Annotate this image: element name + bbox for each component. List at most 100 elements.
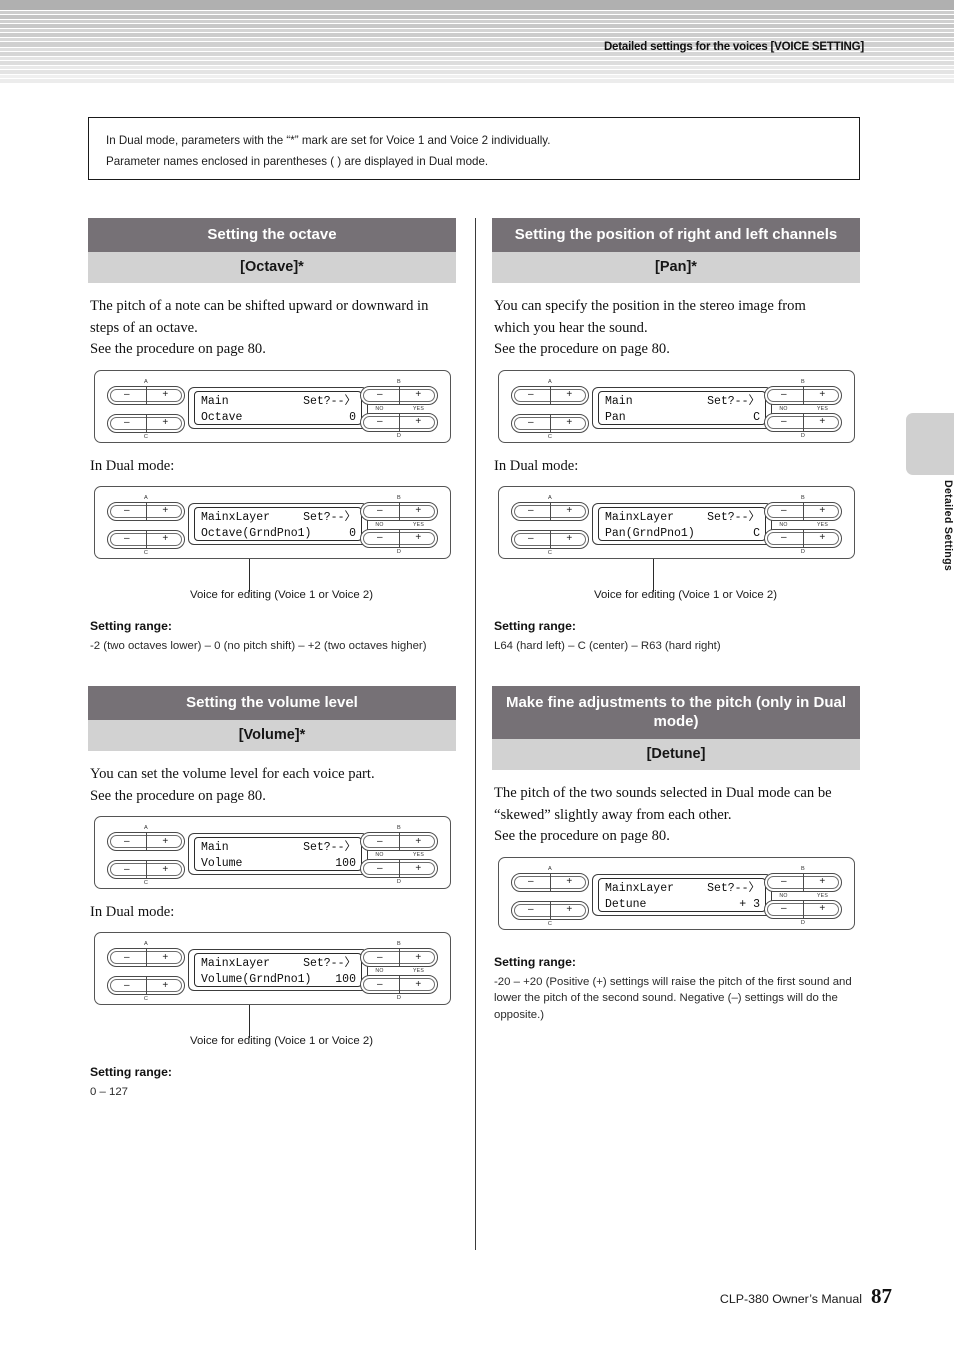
button-pair-a[interactable]: – + <box>511 501 589 521</box>
page-footer: CLP-380 Owner’s Manual 87 <box>720 1284 892 1309</box>
button-pair-b[interactable]: – + <box>360 948 438 967</box>
button-d-plus[interactable]: + <box>400 860 438 877</box>
button-d-minus[interactable]: – <box>765 413 804 431</box>
button-b-plus[interactable]: + <box>400 833 438 850</box>
button-d-plus[interactable]: + <box>400 530 438 547</box>
button-b-plus[interactable]: + <box>804 874 842 891</box>
button-b-plus[interactable]: + <box>400 503 438 520</box>
button-pair-c[interactable]: – + <box>511 413 589 433</box>
button-d-plus[interactable]: + <box>804 530 842 547</box>
button-b-minus[interactable]: – <box>361 386 400 404</box>
button-c-minus[interactable]: – <box>108 861 147 878</box>
button-d-minus[interactable]: – <box>361 976 400 993</box>
button-pair-d[interactable]: – + <box>764 899 842 919</box>
button-c-plus[interactable]: + <box>147 531 185 548</box>
button-pair-d[interactable]: – + <box>764 528 842 548</box>
button-pair-d[interactable]: – + <box>360 975 438 994</box>
button-a-plus[interactable]: + <box>147 833 185 850</box>
button-pair-b[interactable]: – + <box>764 385 842 405</box>
lcd-screen: Main Set?--〉 Octave 0 <box>188 386 368 429</box>
button-c-minus[interactable]: – <box>108 414 147 432</box>
button-b-minus[interactable]: – <box>765 386 804 404</box>
button-a-minus[interactable]: – <box>108 502 147 520</box>
button-b-plus[interactable]: + <box>400 387 438 404</box>
button-pair-c[interactable]: – + <box>107 976 185 995</box>
footer-page-number: 87 <box>871 1284 892 1308</box>
button-pair-b[interactable]: – + <box>764 872 842 892</box>
button-c-plus[interactable]: + <box>551 531 589 548</box>
lcd-line-2-left: Pan(GrndPno1) <box>605 526 695 540</box>
button-b-plus[interactable]: + <box>804 387 842 404</box>
button-d-plus[interactable]: + <box>804 414 842 431</box>
button-b-plus[interactable]: + <box>804 503 842 520</box>
button-gap <box>107 521 185 530</box>
button-a-minus[interactable]: – <box>108 386 147 404</box>
button-pair-c[interactable]: – + <box>511 900 589 920</box>
button-c-minus[interactable]: – <box>108 530 147 548</box>
button-c-minus[interactable]: – <box>512 530 551 548</box>
button-d-plus[interactable]: + <box>400 414 438 431</box>
button-pair-b[interactable]: – + <box>360 832 438 851</box>
button-pair-d[interactable]: – + <box>764 412 842 432</box>
button-b-minus[interactable]: – <box>361 833 400 850</box>
button-c-minus[interactable]: – <box>512 414 551 432</box>
button-pair-a[interactable]: – + <box>511 872 589 892</box>
button-d-minus[interactable]: – <box>361 860 400 877</box>
button-a-plus[interactable]: + <box>551 387 589 404</box>
button-d-minus[interactable]: – <box>361 529 400 547</box>
lcd-line-1-left: MainxLayer <box>605 881 675 895</box>
button-pair-b[interactable]: – + <box>764 501 842 521</box>
button-c-plus[interactable]: + <box>147 861 185 878</box>
button-c-plus[interactable]: + <box>147 977 185 994</box>
button-b-minus[interactable]: – <box>765 873 804 891</box>
button-d-minus[interactable]: – <box>765 900 804 918</box>
button-d-minus[interactable]: – <box>765 529 804 547</box>
button-pair-a[interactable]: – + <box>511 385 589 405</box>
button-d-plus[interactable]: + <box>400 976 438 993</box>
button-pair-c[interactable]: – + <box>107 860 185 879</box>
button-a-plus[interactable]: + <box>147 949 185 966</box>
button-yes-label: YES <box>817 405 828 412</box>
button-c-minus[interactable]: – <box>512 901 551 919</box>
button-pair-d[interactable]: – + <box>360 528 438 548</box>
button-pair-b[interactable]: – + <box>360 501 438 521</box>
button-a-minus[interactable]: – <box>512 873 551 891</box>
button-pair-c[interactable]: – + <box>511 529 589 549</box>
button-a-minus[interactable]: – <box>512 502 551 520</box>
button-a-minus[interactable]: – <box>108 833 147 850</box>
lcd-line-2-left: Detune <box>605 897 647 911</box>
button-pair-a[interactable]: – + <box>107 501 185 521</box>
pan-range-value: L64 (hard left) – C (center) – R63 (hard… <box>494 639 721 652</box>
button-a-plus[interactable]: + <box>551 503 589 520</box>
button-pair-d[interactable]: – + <box>360 412 438 432</box>
button-b-plus[interactable]: + <box>400 949 438 966</box>
button-a-plus[interactable]: + <box>551 874 589 891</box>
button-d-minus[interactable]: – <box>361 413 400 431</box>
button-a-minus[interactable]: – <box>512 386 551 404</box>
button-b-minus[interactable]: – <box>765 502 804 520</box>
header-stripe <box>0 70 954 74</box>
section-volume-body-line-1: You can set the volume level for each vo… <box>90 766 375 782</box>
button-c-plus[interactable]: + <box>147 415 185 432</box>
button-a-minus[interactable]: – <box>108 949 147 966</box>
button-b-minus[interactable]: – <box>361 949 400 966</box>
button-no-label: NO <box>779 892 788 899</box>
lcd-line-2: Octave 0 <box>201 410 356 424</box>
button-c-plus[interactable]: + <box>551 415 589 432</box>
button-pair-c[interactable]: – + <box>107 413 185 433</box>
button-d-plus[interactable]: + <box>804 901 842 918</box>
button-pair-a[interactable]: – + <box>107 385 185 405</box>
button-c-plus[interactable]: + <box>551 902 589 919</box>
lcd-line-2-left: Volume <box>201 857 243 870</box>
lcd-line-2-right: C <box>753 526 760 540</box>
button-pair-c[interactable]: – + <box>107 529 185 549</box>
button-pair-a[interactable]: – + <box>107 948 185 967</box>
section-detune: Make fine adjustments to the pitch (only… <box>492 686 860 1023</box>
button-pair-a[interactable]: – + <box>107 832 185 851</box>
button-a-plus[interactable]: + <box>147 387 185 404</box>
button-b-minus[interactable]: – <box>361 502 400 520</box>
button-pair-d[interactable]: – + <box>360 859 438 878</box>
button-pair-b[interactable]: – + <box>360 385 438 405</box>
button-a-plus[interactable]: + <box>147 503 185 520</box>
button-c-minus[interactable]: – <box>108 977 147 994</box>
